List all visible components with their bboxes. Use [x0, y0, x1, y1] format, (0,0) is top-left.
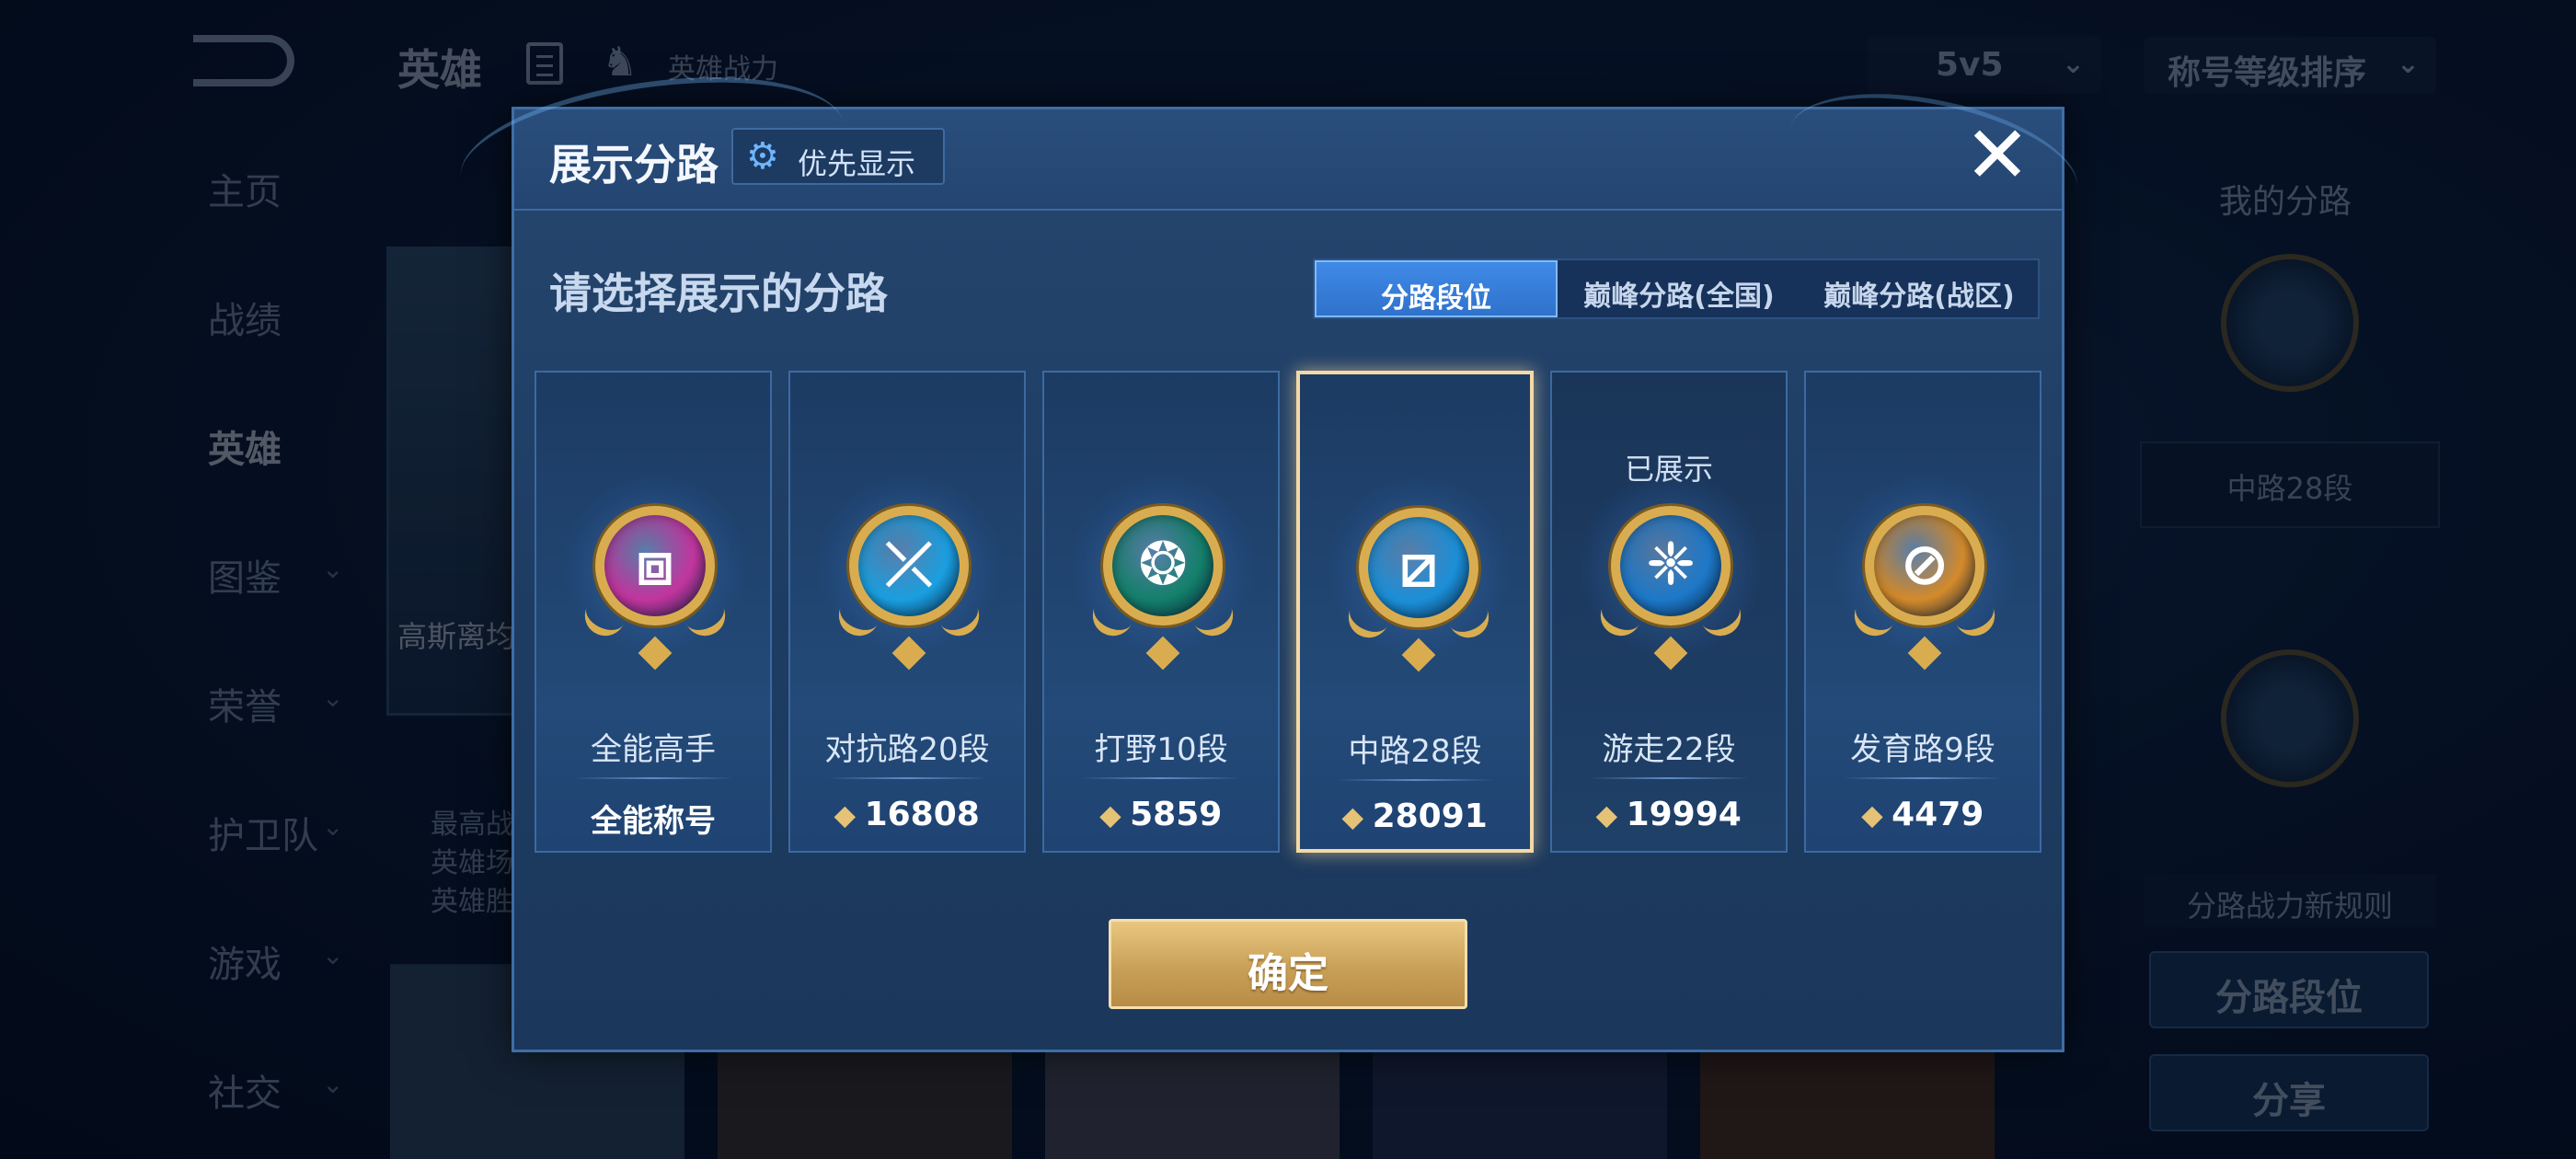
- lane-score: ⬥ 4479: [1806, 796, 2040, 833]
- mid-lane-emblem-icon: ⧄: [1359, 508, 1478, 627]
- lane-score-value: 5859: [1130, 796, 1223, 833]
- lane-name: 对抗路20段: [824, 731, 990, 768]
- lane-card[interactable]: ⊘ 发育路9段 ⬥ 4479: [1804, 371, 2041, 853]
- farm-lane-emblem-icon: ⊘: [1865, 506, 1984, 625]
- card-divider: [1337, 779, 1493, 781]
- tab-lane-rank[interactable]: 分路段位: [1315, 260, 1558, 317]
- power-icon: ⬥: [834, 798, 856, 832]
- lane-tabs: 分路段位 巅峰分路(全国) 巅峰分路(战区): [1313, 258, 2040, 319]
- all-round-emblem-icon: ⧈: [595, 506, 715, 625]
- lane-card[interactable]: ⤫ 对抗路20段 ⬥ 16808: [788, 371, 1026, 853]
- lane-name: 全能高手: [591, 731, 716, 768]
- lane-score-value: 28091: [1372, 798, 1488, 835]
- roam-emblem-icon: ❈: [1611, 506, 1731, 625]
- lane-score: ⬥ 16808: [790, 796, 1024, 833]
- card-divider: [1843, 777, 2003, 779]
- power-icon: ⬥: [1099, 798, 1121, 832]
- priority-display-button[interactable]: ⚙ 优先显示: [731, 128, 945, 185]
- card-divider: [1589, 777, 1749, 779]
- priority-display-label: 优先显示: [798, 146, 916, 181]
- card-divider: [827, 777, 987, 779]
- lane-score-value: 19994: [1626, 796, 1742, 833]
- lane-card[interactable]: ⧄ 中路28段 ⬥ 28091: [1296, 371, 1534, 853]
- lane-score-value: 全能称号: [591, 803, 716, 840]
- card-divider: [573, 777, 733, 779]
- display-lane-dialog: 展示分路 ⚙ 优先显示 ✕ 请选择展示的分路 分路段位 巅峰分路(全国) 巅峰分…: [451, 55, 2090, 1052]
- lane-name: 中路28段: [1348, 733, 1482, 770]
- lane-card[interactable]: ⧈ 全能高手全能称号: [535, 371, 772, 853]
- card-divider: [1081, 777, 1241, 779]
- close-icon[interactable]: ✕: [1959, 116, 2036, 195]
- lane-score: 全能称号: [536, 796, 770, 841]
- lane-name: 打野10段: [1094, 731, 1228, 768]
- lane-score: ⬥ 19994: [1552, 796, 1786, 833]
- dialog-header: 展示分路 ⚙ 优先显示 ✕: [451, 55, 2090, 249]
- clash-lane-emblem-icon: ⤫: [849, 506, 969, 625]
- lane-name: 发育路9段: [1850, 731, 1995, 768]
- lane-card[interactable]: ❂ 打野10段 ⬥ 5859: [1042, 371, 1280, 853]
- lane-card[interactable]: 已展示 ❈ 游走22段 ⬥ 19994: [1550, 371, 1788, 853]
- lane-score-value: 16808: [864, 796, 980, 833]
- tab-peak-national[interactable]: 巅峰分路(全国): [1558, 260, 1800, 317]
- power-icon: ⬥: [1596, 798, 1617, 832]
- tab-peak-region[interactable]: 巅峰分路(战区): [1800, 260, 2038, 317]
- gear-icon: ⚙: [746, 135, 779, 178]
- dialog-subtitle: 请选择展示的分路: [549, 269, 888, 318]
- lane-name: 游走22段: [1602, 731, 1736, 768]
- lane-cards: ⧈ 全能高手 全能称号 ⤫ 对抗路20段 ⬥ 16808 ❂ 打野10段 ⬥ 5859 ⧄ 中路28段 ⬥…: [535, 371, 2053, 855]
- lane-score: ⬥ 5859: [1044, 796, 1278, 833]
- lane-score-value: 4479: [1892, 796, 1984, 833]
- power-icon: ⬥: [1861, 798, 1883, 832]
- jungle-emblem-icon: ❂: [1103, 506, 1223, 625]
- confirm-button[interactable]: 确定: [1109, 919, 1467, 1009]
- dialog-title: 展示分路: [549, 140, 719, 189]
- lane-score: ⬥ 28091: [1300, 798, 1530, 835]
- power-icon: ⬥: [1342, 799, 1363, 834]
